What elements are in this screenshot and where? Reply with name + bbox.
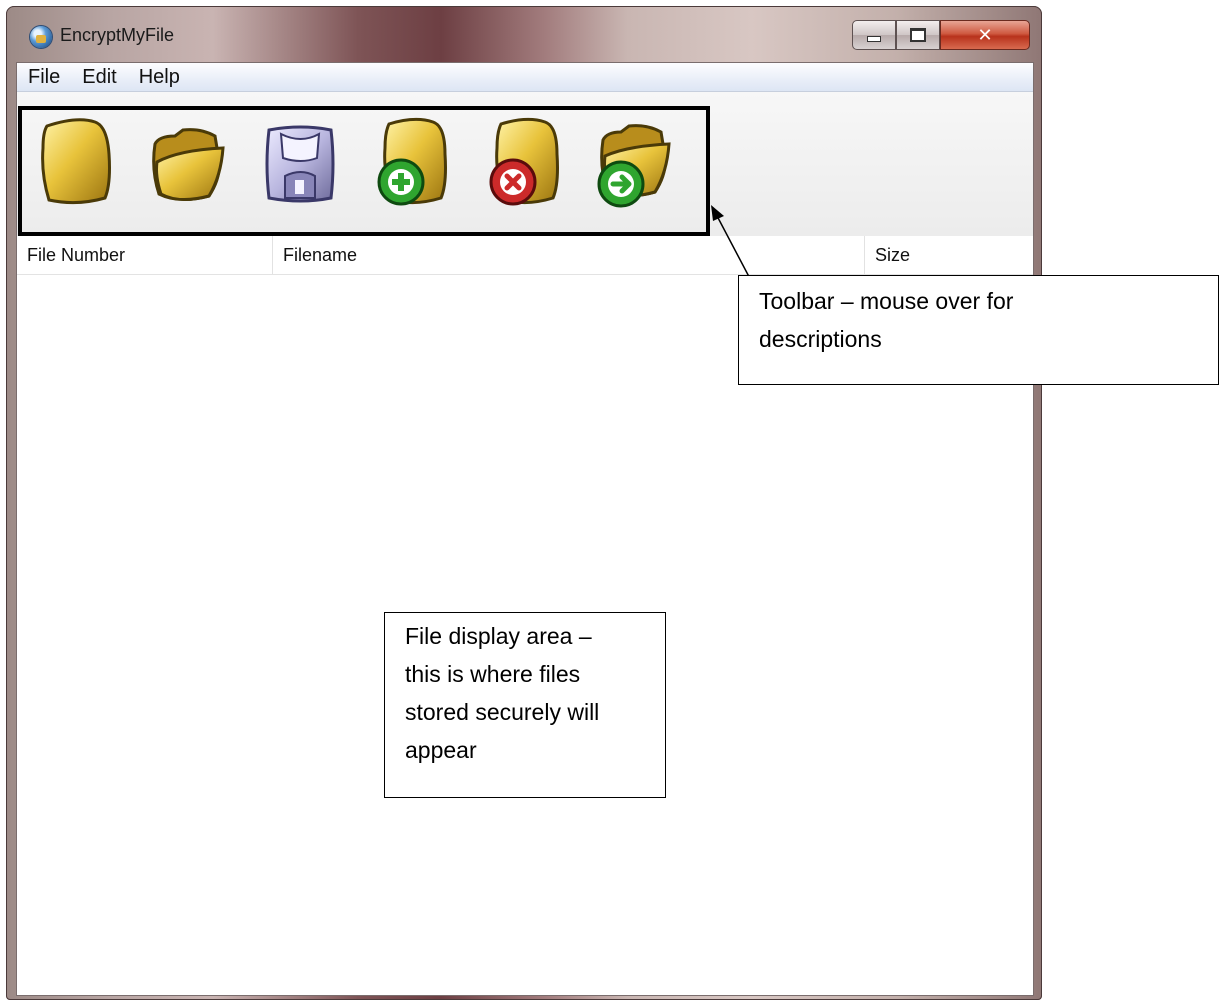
close-icon: ✕ [977,24,993,46]
toolbar-callout-line-2: descriptions [759,326,882,352]
file-area-callout-line-3: stored securely will [405,699,600,725]
file-area-callout-line-1: File display area – [405,623,592,649]
file-area-callout-line-4: appear [405,737,477,763]
toolbar-highlight-box [18,106,710,236]
menu-bar: File Edit Help [17,63,1033,92]
column-file-number[interactable]: File Number [17,236,273,274]
menu-help[interactable]: Help [128,63,191,91]
minimize-icon [867,36,881,42]
app-icon [30,26,52,48]
window-title: EncryptMyFile [60,25,175,45]
file-list-header: File Number Filename Size [17,236,1033,275]
file-area-callout: File display area – this is where files … [384,612,666,798]
caption-buttons: ✕ [852,20,1030,54]
menu-file[interactable]: File [17,63,71,91]
file-area-callout-line-2: this is where files [405,661,581,687]
close-button[interactable]: ✕ [940,20,1030,50]
menu-edit[interactable]: Edit [71,63,127,91]
maximize-button[interactable] [896,20,940,50]
column-size[interactable]: Size [865,236,1033,274]
toolbar-callout-line-1: Toolbar – mouse over for [759,288,1014,314]
toolbar-callout: Toolbar – mouse over for descriptions [738,275,1219,385]
title-bar[interactable]: EncryptMyFile ✕ [6,6,1042,62]
maximize-icon [910,28,926,42]
minimize-button[interactable] [852,20,896,50]
column-filename[interactable]: Filename [273,236,865,274]
